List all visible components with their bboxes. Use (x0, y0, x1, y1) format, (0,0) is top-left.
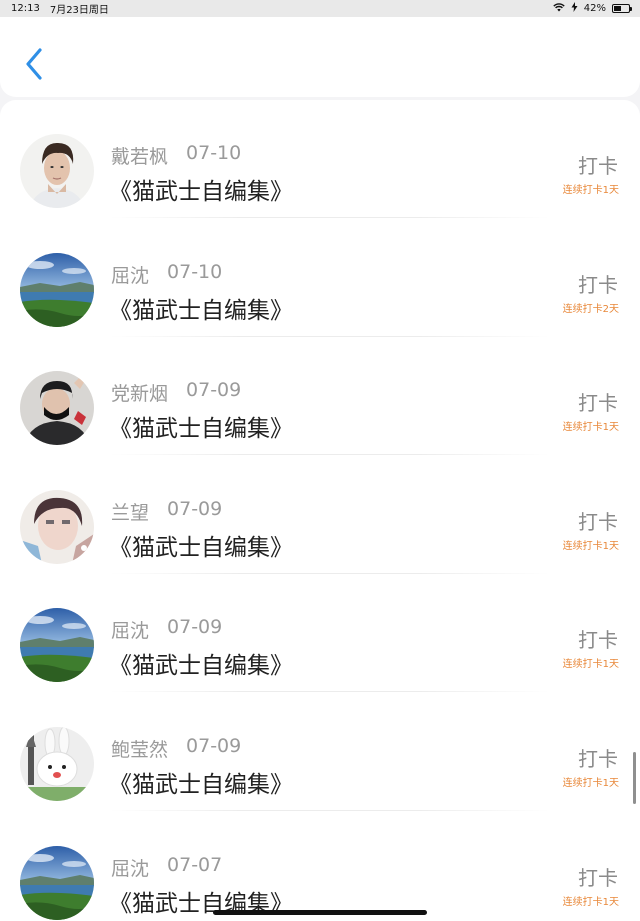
checkin-date: 07-10 (186, 142, 242, 164)
checkin-label: 打卡 (578, 747, 618, 771)
avatar[interactable] (20, 608, 94, 683)
row-meta: 鲍莹然 07-09 (111, 735, 241, 762)
user-name: 屈沈 (111, 857, 150, 880)
checkin-row[interactable]: 党新烟 07-09 《猫武士自编集》 打卡连续打卡1天 (0, 337, 640, 456)
checkin-row[interactable]: 兰望 07-09 《猫武士自编集》 打卡连续打卡1天 (0, 456, 640, 574)
status-left: 12:13 7月23日周日 (11, 1, 109, 16)
book-title[interactable]: 《猫武士自编集》 (109, 765, 293, 799)
user-name: 兰望 (111, 501, 150, 524)
status-bar: 12:13 7月23日周日 42% (0, 0, 640, 17)
checkin-label: 打卡 (578, 272, 618, 297)
avatar[interactable] (20, 727, 94, 801)
checkin-label: 打卡 (578, 391, 618, 416)
header-bar (0, 17, 640, 97)
streak-label: 连续打卡2天 (562, 303, 619, 315)
checkin-label: 打卡 (578, 628, 618, 653)
checkin-list: 戴若枫 07-10 《猫武士自编集》 打卡 连续打卡1天 屈沈 07-10 《猫武士自编集》打… (0, 100, 640, 921)
scrollbar[interactable] (633, 752, 636, 804)
checkin-date: 07-07 (167, 853, 223, 876)
book-title[interactable]: 《猫武士自编集》 (109, 409, 293, 443)
avatar[interactable] (20, 252, 94, 327)
row-meta: 屈沈 07-10 (111, 261, 222, 288)
avatar[interactable] (20, 845, 94, 920)
status-date: 7月23日周日 (49, 5, 109, 16)
chevron-left-icon (26, 48, 42, 80)
row-meta: 屈沈 07-09 (111, 616, 222, 643)
battery-icon (612, 4, 632, 13)
avatar[interactable] (20, 489, 94, 564)
streak-label: 连续打卡1天 (562, 540, 619, 552)
book-title[interactable]: 《猫武士自编集》 (109, 172, 293, 206)
user-name: 戴若枫 (111, 146, 169, 168)
checkin-row[interactable]: 鲍莹然 07-09 《猫武士自编集》 打卡连续打卡1天 (0, 693, 640, 811)
row-meta: 兰望 07-09 (111, 498, 222, 525)
checkin-date: 07-09 (167, 616, 223, 639)
user-name: 屈沈 (111, 264, 150, 287)
status-time: 12:13 (11, 3, 40, 14)
book-title[interactable]: 《猫武士自编集》 (109, 291, 293, 325)
checkin-date: 07-10 (167, 260, 223, 283)
streak-label: 连续打卡1天 (562, 185, 619, 196)
streak-label: 连续打卡1天 (562, 896, 619, 908)
checkin-label: 打卡 (578, 509, 618, 534)
status-right: 42% (553, 2, 632, 15)
wifi-icon (553, 2, 565, 15)
avatar[interactable] (20, 371, 94, 446)
checkin-date: 07-09 (186, 735, 242, 757)
battery-fill (614, 6, 621, 11)
row-meta: 戴若枫 07-10 (111, 142, 241, 169)
checkin-label: 打卡 (578, 154, 618, 178)
battery-percent: 42% (583, 3, 606, 14)
checkin-date: 07-09 (186, 379, 242, 402)
avatar[interactable] (20, 134, 94, 208)
checkin-row[interactable]: 屈沈 07-10 《猫武士自编集》 打卡连续打卡2天 (0, 219, 640, 337)
charging-icon (571, 2, 578, 15)
checkin-row[interactable]: 屈沈 07-09 《猫武士自编集》 打卡连续打卡1天 (0, 574, 640, 693)
row-meta: 屈沈 07-07 (111, 854, 222, 881)
streak-label: 连续打卡1天 (562, 422, 619, 434)
checkin-label: 打卡 (578, 865, 618, 890)
row-meta: 党新烟 07-09 (111, 379, 241, 406)
streak-label: 连续打卡1天 (562, 659, 619, 671)
book-title[interactable]: 《猫武士自编集》 (109, 528, 293, 562)
checkin-date: 07-09 (167, 497, 223, 520)
home-indicator (213, 910, 427, 915)
checkin-row[interactable]: 戴若枫 07-10 《猫武士自编集》 打卡连续打卡1天 (0, 100, 640, 218)
user-name: 屈沈 (111, 620, 150, 643)
user-name: 党新烟 (111, 383, 169, 406)
streak-label: 连续打卡1天 (562, 778, 619, 789)
book-title[interactable]: 《猫武士自编集》 (109, 646, 293, 680)
back-button[interactable] (22, 47, 46, 81)
user-name: 鲍莹然 (111, 739, 169, 761)
checkin-row[interactable]: 屈沈 07-07 《猫武士自编集》 打卡 连续打卡1天 (0, 812, 640, 921)
